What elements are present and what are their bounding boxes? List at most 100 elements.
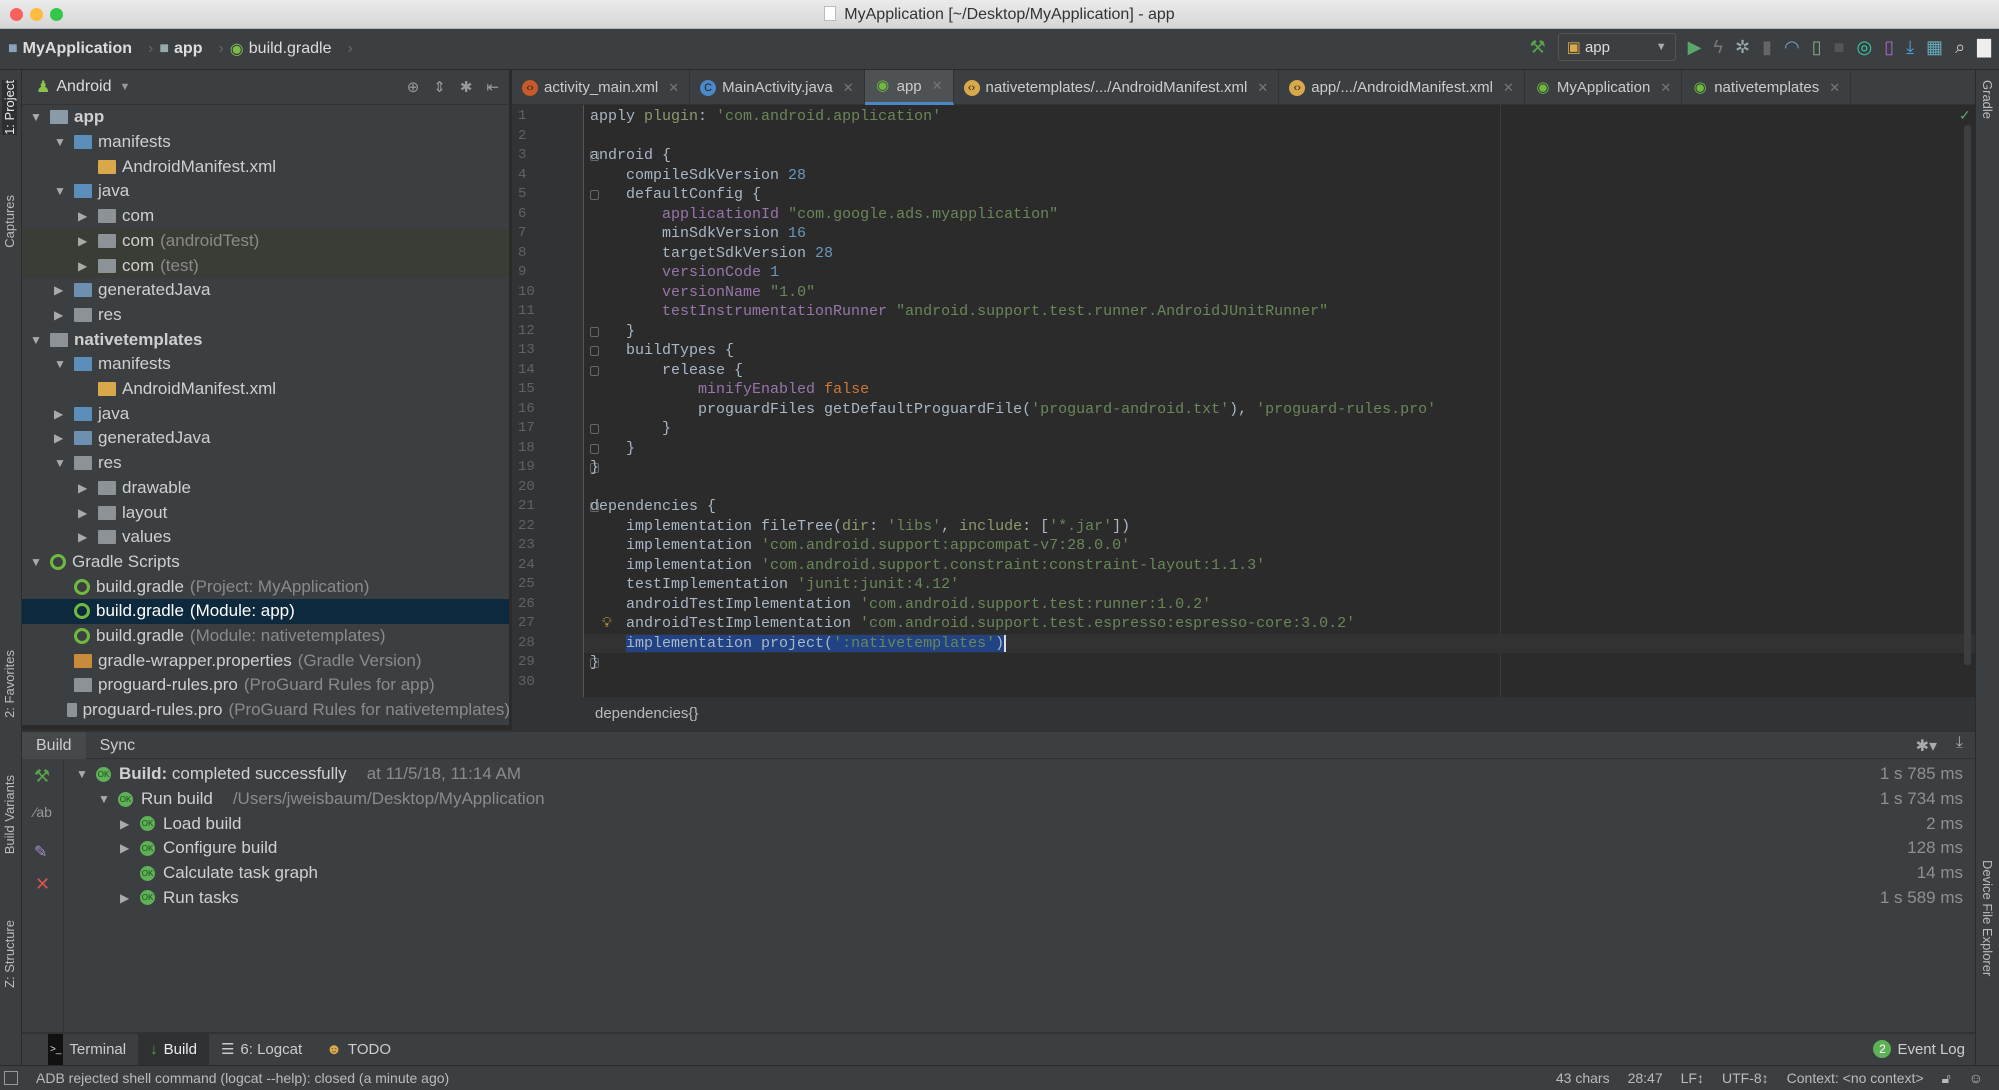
- bottom-tab-build[interactable]: ↓ Build: [138, 1034, 209, 1065]
- code-editor[interactable]: 1 2 3 4 5 6 7 8 9 10 11 12 13 14 15 16 17 18 19 20 21 22 23 24 2…: [512, 105, 1975, 697]
- scroll-from-source-icon[interactable]: ⊕: [407, 78, 420, 96]
- close-tab-icon[interactable]: ✕: [1257, 80, 1268, 96]
- tree-item[interactable]: ▶ layout: [22, 500, 509, 525]
- tree-item[interactable]: ▼ manifests: [22, 352, 509, 377]
- close-tab-icon[interactable]: ✕: [1660, 80, 1671, 96]
- tab-myapplication[interactable]: ◉ MyApplication ✕: [1525, 70, 1683, 105]
- close-tab-icon[interactable]: ✕: [1503, 80, 1514, 96]
- chevron-right-icon[interactable]: ▶: [78, 234, 92, 248]
- tree-item[interactable]: ▶ com (test): [22, 253, 509, 278]
- tool-window-gradle[interactable]: Gradle: [1980, 80, 1995, 119]
- tab-activity-main-xml[interactable]: ‹› activity_main.xml ✕: [512, 70, 691, 105]
- project-structure-icon[interactable]: ▦: [1926, 37, 1943, 58]
- tab-sync[interactable]: Sync: [86, 732, 150, 759]
- tab-nativetemplates[interactable]: ◉ nativetemplates ✕: [1682, 70, 1852, 105]
- tree-item[interactable]: build.gradle (Module: nativetemplates): [22, 624, 509, 649]
- chevron-down-icon[interactable]: ▼: [54, 135, 68, 149]
- chevron-down-icon[interactable]: ▼: [54, 456, 68, 470]
- build-tree-row[interactable]: ▼ OK Run build/Users/jweisbaum/Desktop/MyA…: [22, 787, 1975, 812]
- chevron-down-icon[interactable]: ▼: [30, 555, 44, 569]
- file-encoding[interactable]: UTF-8↕: [1722, 1066, 1769, 1090]
- context[interactable]: Context: <no context>: [1787, 1066, 1924, 1090]
- tree-item[interactable]: gradle-wrapper.properties (Gradle Version…: [22, 648, 509, 673]
- tab-mainactivity-java[interactable]: C MainActivity.java ✕: [690, 70, 865, 105]
- tool-window-device-file-explorer[interactable]: Device File Explorer: [1980, 860, 1995, 976]
- event-log-button[interactable]: 2 Event Log: [1873, 1040, 1965, 1058]
- tree-item[interactable]: ▶ com (androidTest): [22, 228, 509, 254]
- sync-gradle-icon[interactable]: ◎: [1856, 37, 1872, 58]
- build-tree-row[interactable]: OK Calculate task graph 14 ms: [22, 861, 1975, 886]
- caret-position[interactable]: 28:47: [1628, 1066, 1663, 1090]
- profile-icon[interactable]: ▮: [1762, 37, 1772, 58]
- status-message[interactable]: ADB rejected shell command (logcat --hel…: [36, 1066, 449, 1090]
- tree-item[interactable]: ▼ java: [22, 179, 509, 204]
- chevron-down-icon[interactable]: ▼: [54, 184, 68, 198]
- chevron-right-icon[interactable]: ▶: [78, 259, 92, 273]
- hide-panel-icon[interactable]: ⤓: [1956, 734, 1963, 752]
- collapse-all-icon[interactable]: ⇕: [433, 78, 446, 96]
- hide-panel-icon[interactable]: ⇤: [486, 78, 499, 96]
- tool-window-favorites[interactable]: 2: Favorites: [2, 650, 17, 718]
- tool-window-captures[interactable]: Captures: [2, 195, 17, 248]
- chevron-down-icon[interactable]: ▼: [76, 767, 90, 781]
- chevron-right-icon[interactable]: ▶: [78, 506, 92, 520]
- tab-nativetemplates-androidmanifest-xml[interactable]: ‹› nativetemplates/.../AndroidManifest.xm…: [954, 70, 1280, 105]
- tree-item[interactable]: ▶ drawable: [22, 476, 509, 501]
- breadcrumb-project[interactable]: ■ MyApplication: [8, 40, 132, 58]
- chevron-right-icon[interactable]: ▶: [120, 891, 134, 905]
- chevron-down-icon[interactable]: ▼: [54, 357, 68, 371]
- avd-manager-icon[interactable]: ▯: [1812, 37, 1822, 58]
- toggle-tool-windows-icon[interactable]: [4, 1071, 18, 1085]
- make-project-hammer-icon[interactable]: ⚒: [1529, 37, 1545, 58]
- tool-window-build-variants[interactable]: Build Variants: [2, 775, 17, 854]
- build-tree-row[interactable]: ▶ OK Configure build 128 ms: [22, 836, 1975, 861]
- chevron-right-icon[interactable]: ▶: [54, 431, 68, 445]
- gear-icon[interactable]: ✱▾: [1916, 736, 1937, 756]
- tree-item[interactable]: ▼ nativetemplates: [22, 327, 509, 352]
- tree-item[interactable]: build.gradle (Module: app): [22, 599, 509, 624]
- build-tree-row[interactable]: ▶ OK Load build 2 ms: [22, 811, 1975, 836]
- chevron-right-icon[interactable]: ▶: [78, 209, 92, 223]
- tree-item[interactable]: ▶ java: [22, 401, 509, 426]
- chevron-right-icon[interactable]: ▶: [78, 530, 92, 544]
- build-tree-row[interactable]: ▼ OK Build: completed successfully at 11/5/…: [22, 762, 1975, 787]
- tree-item[interactable]: ▶ generatedJava: [22, 278, 509, 303]
- close-tab-icon[interactable]: ✕: [843, 80, 854, 96]
- chevron-right-icon[interactable]: ▶: [54, 283, 68, 297]
- search-icon[interactable]: ⌕: [1955, 37, 1965, 58]
- device-manager-icon[interactable]: ▯: [1884, 37, 1894, 58]
- tab-app[interactable]: ◉ app ✕: [864, 70, 954, 105]
- run-configuration-select[interactable]: ▣ app ▼: [1557, 33, 1676, 61]
- tab-build[interactable]: Build: [22, 731, 86, 759]
- run-icon[interactable]: ▶: [1688, 37, 1702, 58]
- project-view-select[interactable]: Android: [56, 78, 111, 96]
- tool-window-structure[interactable]: Z: Structure: [2, 920, 17, 988]
- gear-icon[interactable]: ✱: [460, 78, 473, 96]
- tree-item[interactable]: build.gradle (Project: MyApplication): [22, 574, 509, 599]
- inspector-icon[interactable]: ☺: [1969, 1066, 1983, 1090]
- bottom-tab-terminal[interactable]: >_ Terminal: [36, 1034, 138, 1065]
- lock-icon[interactable]: 🔓︎: [1942, 1066, 1951, 1090]
- close-tab-icon[interactable]: ✕: [1829, 80, 1840, 96]
- chevron-down-icon[interactable]: ▼: [30, 110, 44, 124]
- chevron-right-icon[interactable]: ▶: [120, 817, 134, 831]
- tree-item[interactable]: ▶ generatedJava: [22, 426, 509, 451]
- tree-item[interactable]: ▶ com: [22, 204, 509, 229]
- tab-app-androidmanifest-xml[interactable]: ‹› app/.../AndroidManifest.xml ✕: [1279, 70, 1525, 105]
- intention-bulb-icon[interactable]: 💡︎: [602, 614, 612, 631]
- chevron-right-icon[interactable]: ▶: [78, 481, 92, 495]
- tree-item[interactable]: ▼ manifests: [22, 130, 509, 155]
- breadcrumb-file[interactable]: ◉ build.gradle: [230, 39, 332, 59]
- chevron-down-icon[interactable]: ▼: [120, 81, 131, 93]
- attach-debugger-icon[interactable]: ◠: [1784, 37, 1800, 58]
- apply-changes-icon[interactable]: ϟ: [1713, 37, 1723, 58]
- tree-item[interactable]: AndroidManifest.xml: [22, 377, 509, 402]
- close-tab-icon[interactable]: ✕: [668, 80, 679, 96]
- code-breadcrumb[interactable]: dependencies{}: [512, 697, 1975, 730]
- chevron-right-icon[interactable]: ▶: [120, 841, 134, 855]
- chevron-right-icon[interactable]: ▶: [54, 407, 68, 421]
- tool-window-project[interactable]: 1: Project: [2, 80, 17, 135]
- tree-item[interactable]: ▶ values: [22, 525, 509, 550]
- chevron-right-icon[interactable]: ▶: [54, 308, 68, 322]
- chevron-down-icon[interactable]: ▼: [98, 792, 112, 806]
